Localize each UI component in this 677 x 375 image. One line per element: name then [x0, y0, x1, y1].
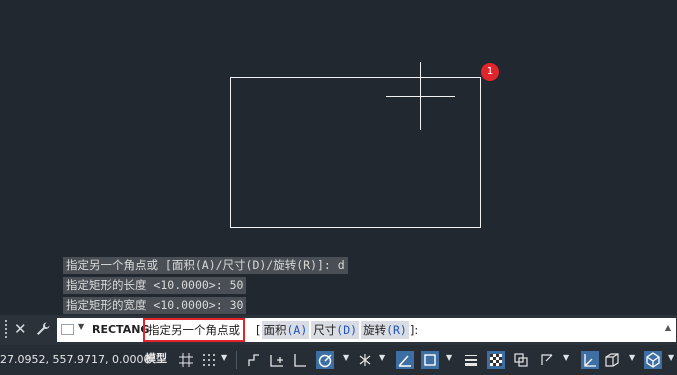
command-options: [面积(A) 尺寸(D) 旋转(R)]: [256, 321, 418, 339]
autocad-window: 1 指定另一个角点或 [面积(A)/尺寸(D)/旋转(R)]: d 指定矩形的长… [0, 0, 677, 375]
chevron-down-icon[interactable]: ▼ [668, 353, 674, 362]
option-area[interactable]: 面积(A) [261, 321, 310, 339]
command-prompt-highlighted: 指定另一个角点或 [143, 318, 245, 342]
coordinate-readout: 27.0952, 557.9717, 0.0000 [0, 353, 151, 366]
isodraft-icon[interactable] [356, 351, 374, 369]
history-line-1: 指定另一个角点或 [面积(A)/尺寸(D)/旋转(R)]: d [63, 257, 348, 274]
close-icon[interactable]: ✕ [14, 319, 27, 339]
chevron-down-icon[interactable]: ▼ [446, 353, 452, 362]
crosshair-vertical [420, 62, 422, 130]
option-dimensions[interactable]: 尺寸(D) [311, 321, 360, 339]
active-command-name: RECTANG [92, 323, 150, 336]
3d-osnap-icon[interactable] [538, 351, 556, 369]
option-rotation[interactable]: 旋转(R) [361, 321, 409, 339]
chevron-down-icon[interactable]: ▼ [221, 353, 227, 362]
transparency-icon[interactable] [487, 351, 505, 369]
wrench-icon[interactable] [35, 321, 51, 337]
selection-filter-icon[interactable] [603, 351, 621, 369]
step-marker-badge: 1 [481, 63, 499, 81]
model-space-button[interactable]: 模型 [145, 350, 167, 368]
object-snap-tracking-icon[interactable] [396, 351, 414, 369]
open-bracket: [ [256, 323, 261, 337]
grid-icon[interactable] [177, 351, 195, 369]
lineweight-icon[interactable] [462, 351, 480, 369]
history-line-3: 指定矩形的宽度 <10.0000>: 30 [63, 297, 247, 314]
snap-icon[interactable] [200, 351, 218, 369]
chevron-down-icon[interactable]: ▼ [343, 353, 349, 362]
osnap-icon[interactable] [421, 351, 439, 369]
command-input[interactable]: ▼ RECTANG 指定另一个角点或 [面积(A) 尺寸(D) 旋转(R)]: ▲ [57, 318, 676, 342]
chevron-down-icon[interactable]: ▼ [379, 353, 385, 362]
dynamic-ucs-icon[interactable] [581, 351, 599, 369]
infer-constraints-icon[interactable] [245, 351, 263, 369]
caret-up-icon[interactable]: ▲ [665, 323, 671, 332]
recent-commands-icon[interactable] [61, 324, 74, 335]
close-bracket: ]: [409, 323, 419, 337]
history-line-2: 指定矩形的长度 <10.0000>: 50 [63, 277, 247, 294]
grip-handle-icon[interactable] [4, 320, 8, 338]
chevron-down-icon[interactable]: ▼ [78, 322, 84, 331]
chevron-down-icon[interactable]: ▼ [563, 353, 569, 362]
dynamic-input-icon[interactable] [268, 351, 286, 369]
gizmo-icon[interactable] [644, 351, 662, 369]
ortho-icon[interactable] [291, 351, 309, 369]
status-bar: 27.0952, 557.9717, 0.0000 模型 ▼ ▼ ▼ ▼ ▼ ▼… [0, 345, 677, 375]
chevron-down-icon[interactable]: ▼ [629, 353, 635, 362]
polar-icon[interactable] [316, 351, 334, 369]
rectangle-shape[interactable] [230, 77, 481, 228]
selection-cycling-icon[interactable] [512, 351, 530, 369]
command-line-bar: ✕ ▼ RECTANG 指定另一个角点或 [面积(A) 尺寸(D) 旋转(R)]: … [0, 315, 677, 345]
drawing-canvas[interactable]: 1 指定另一个角点或 [面积(A)/尺寸(D)/旋转(R)]: d 指定矩形的长… [0, 0, 677, 315]
